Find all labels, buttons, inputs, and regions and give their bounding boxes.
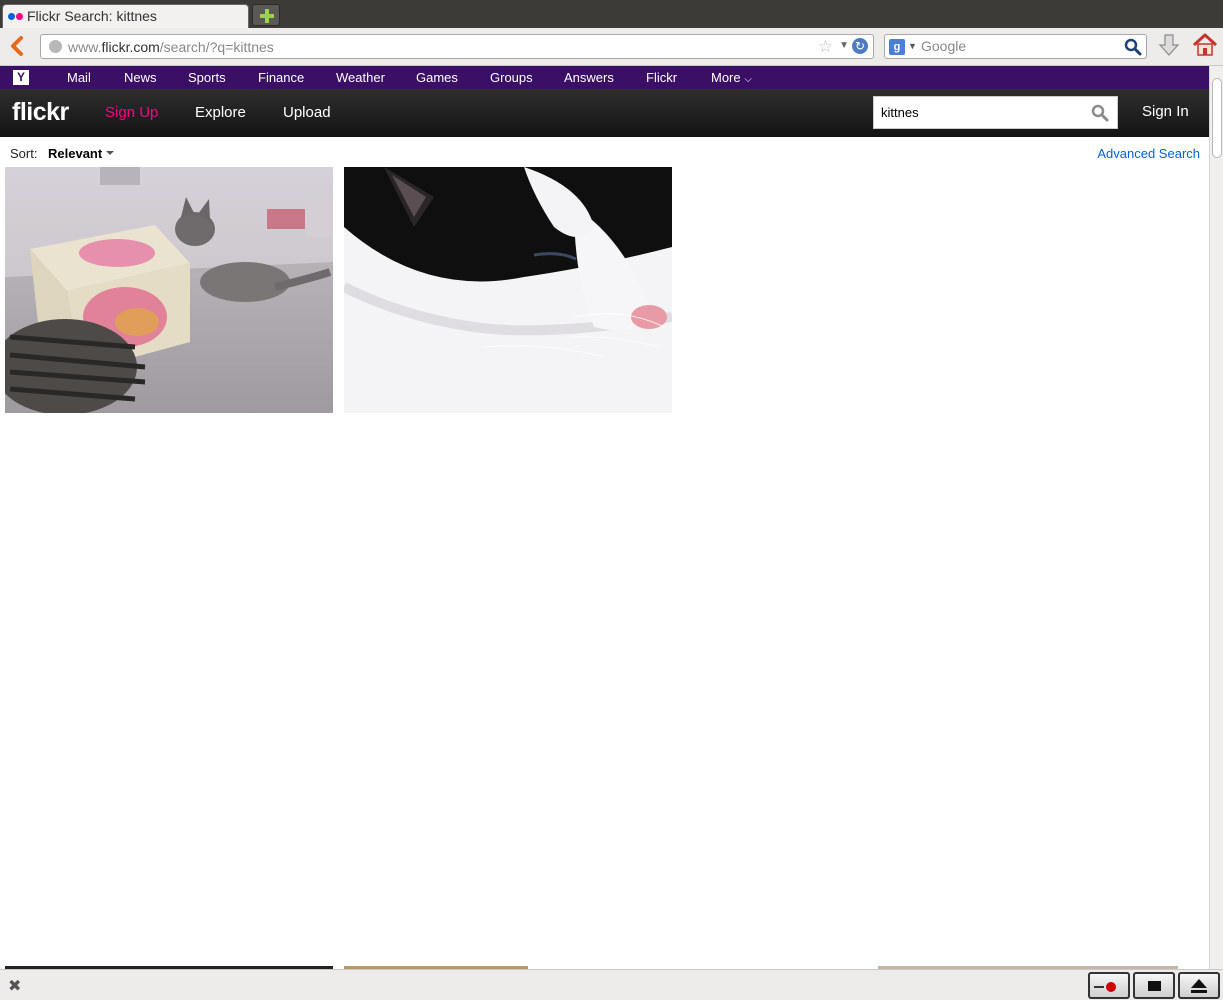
- tab-title: Flickr Search: kittnes: [27, 8, 157, 24]
- record-button[interactable]: [1088, 972, 1130, 999]
- photo-thumbnail[interactable]: [5, 167, 333, 413]
- back-button[interactable]: [6, 35, 28, 57]
- back-arrow-icon: [11, 36, 23, 56]
- signup-link[interactable]: Sign Up: [105, 104, 158, 121]
- yahoo-nav-weather[interactable]: Weather: [336, 70, 385, 85]
- home-button[interactable]: [1191, 32, 1219, 58]
- sort-label: Sort:: [10, 146, 38, 161]
- flickr-search-input[interactable]: kittnes: [881, 105, 919, 120]
- yahoo-top-bar: Y Mail News Sports Finance Weather Games…: [0, 66, 1209, 89]
- tab-flickr-search[interactable]: Flickr Search: kittnes: [2, 4, 249, 28]
- yahoo-nav-news[interactable]: News: [124, 70, 157, 85]
- new-tab-button[interactable]: [252, 4, 280, 26]
- url-bar[interactable]: www.flickr.com/search/?q=kittnes ☆ ▼ ↻: [40, 34, 874, 59]
- explore-link[interactable]: Explore: [195, 104, 246, 121]
- browser-status-bar: ✖: [0, 969, 1223, 1000]
- sort-dropdown[interactable]: Relevant: [48, 146, 102, 161]
- yahoo-nav-answers[interactable]: Answers: [564, 70, 614, 85]
- chevron-down-icon: ⌵: [744, 74, 752, 85]
- history-dropdown-icon[interactable]: ▼: [839, 40, 849, 51]
- reload-icon[interactable]: ↻: [852, 38, 868, 54]
- upload-link[interactable]: Upload: [283, 104, 331, 121]
- yahoo-nav-sports[interactable]: Sports: [188, 70, 226, 85]
- browser-search-input[interactable]: Google: [921, 38, 966, 54]
- yahoo-logo[interactable]: Y: [13, 70, 29, 85]
- flickr-favicon-icon: [8, 13, 24, 21]
- home-icon: [1192, 33, 1218, 56]
- search-engine-dropdown-icon[interactable]: ▼: [908, 41, 917, 51]
- yahoo-nav-finance[interactable]: Finance: [258, 70, 304, 85]
- advanced-search-link[interactable]: Advanced Search: [1097, 146, 1200, 161]
- search-go-icon[interactable]: [1124, 38, 1142, 56]
- stop-button[interactable]: [1133, 972, 1175, 999]
- page-scrollbar[interactable]: [1209, 66, 1223, 969]
- downloads-button[interactable]: [1157, 33, 1181, 59]
- close-icon[interactable]: ✖: [8, 976, 21, 996]
- site-identity-icon[interactable]: [49, 40, 62, 53]
- download-arrow-icon: [1158, 34, 1180, 56]
- yahoo-nav-mail[interactable]: Mail: [67, 70, 91, 85]
- flickr-search-box[interactable]: kittnes: [873, 96, 1118, 129]
- yahoo-nav-games[interactable]: Games: [416, 70, 458, 85]
- bookmark-star-icon[interactable]: ☆: [818, 37, 833, 57]
- browser-search-bar[interactable]: g ▼ Google: [884, 34, 1147, 59]
- yahoo-nav-more[interactable]: More ⌵: [711, 70, 752, 85]
- kittens-box-photo: [5, 167, 333, 413]
- photo-thumbnail[interactable]: [344, 167, 672, 413]
- flickr-logo[interactable]: flickr: [12, 98, 69, 127]
- caret-down-icon[interactable]: [106, 151, 114, 155]
- flickr-header: flickr Sign Up Explore Upload kittnes Si…: [0, 89, 1209, 137]
- eject-button[interactable]: [1178, 972, 1220, 999]
- sort-row: Sort: Relevant Advanced Search: [0, 137, 1209, 167]
- yahoo-nav-groups[interactable]: Groups: [490, 70, 533, 85]
- browser-tab-bar: Flickr Search: kittnes: [0, 0, 1223, 28]
- signin-link[interactable]: Sign In: [1142, 103, 1189, 120]
- yahoo-nav-flickr[interactable]: Flickr: [646, 70, 677, 85]
- url-text[interactable]: www.flickr.com/search/?q=kittnes: [68, 39, 274, 55]
- browser-nav-bar: www.flickr.com/search/?q=kittnes ☆ ▼ ↻ g…: [0, 28, 1223, 66]
- black-white-cat-photo: [344, 167, 672, 413]
- scrollbar-thumb[interactable]: [1212, 78, 1222, 158]
- search-icon[interactable]: [1091, 104, 1109, 122]
- google-icon[interactable]: g: [889, 39, 905, 55]
